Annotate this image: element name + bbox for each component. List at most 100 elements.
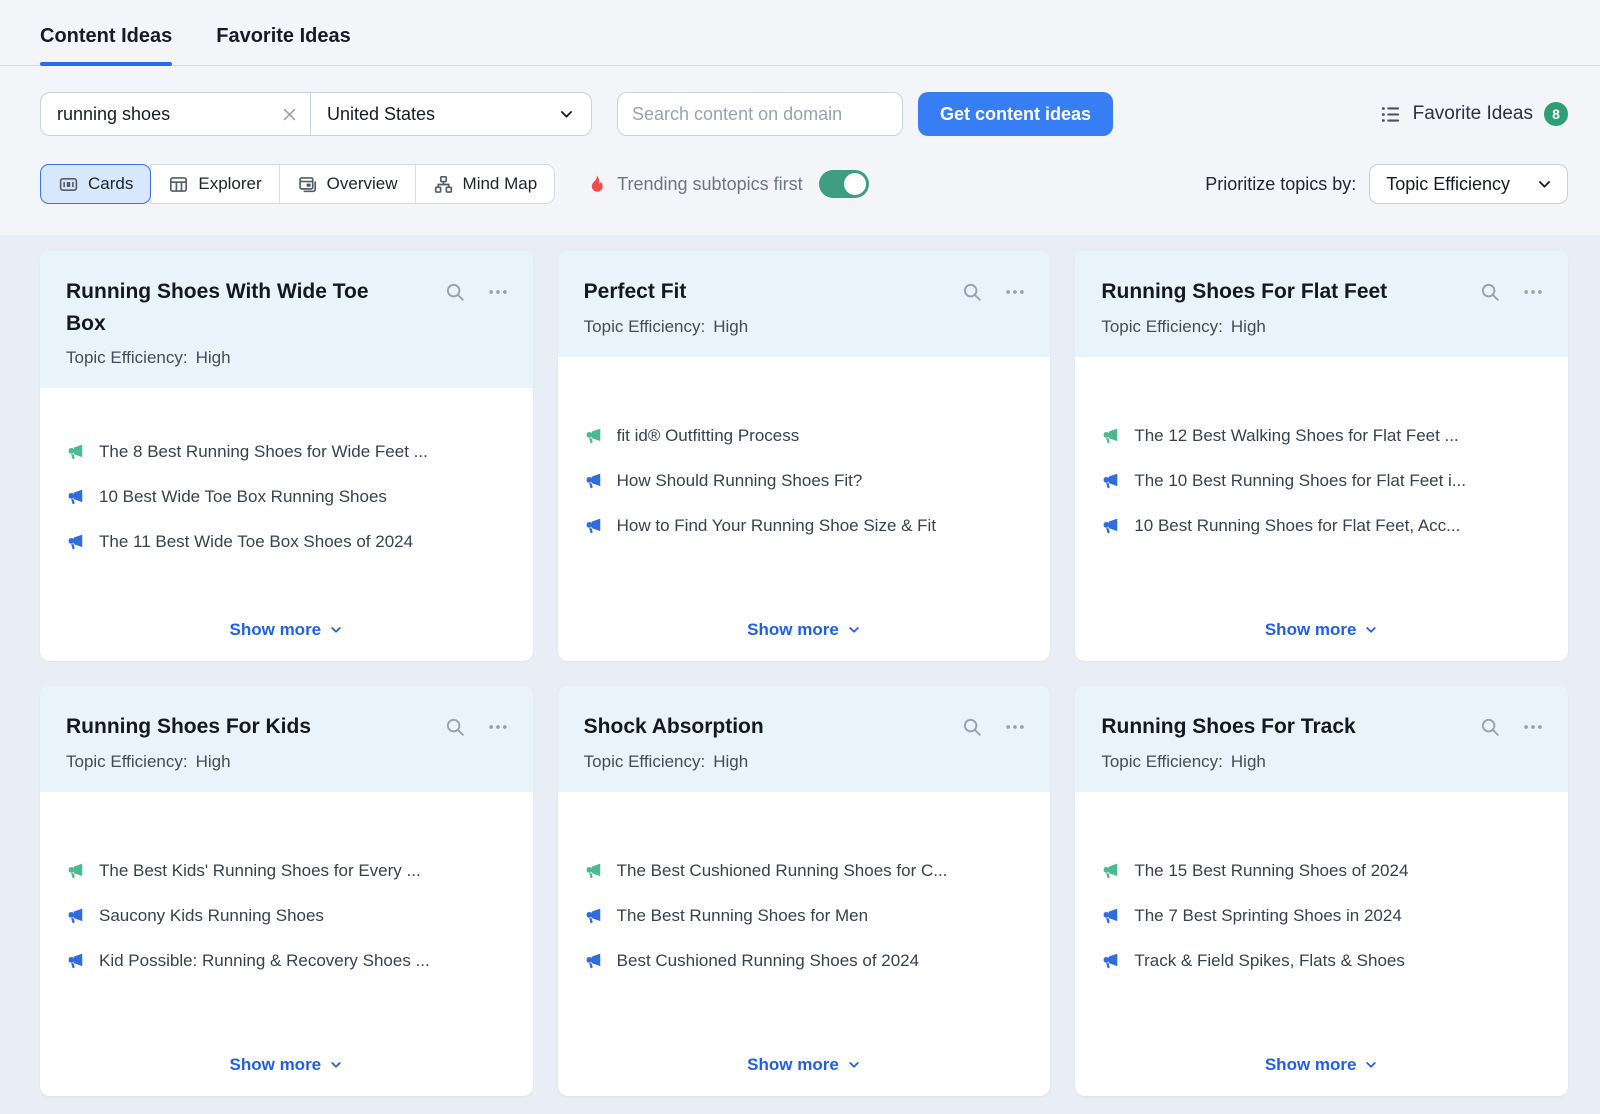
card-menu-button[interactable] — [487, 716, 509, 738]
megaphone-icon — [584, 516, 604, 536]
megaphone-icon — [584, 906, 604, 926]
search-icon — [961, 281, 983, 303]
idea-item[interactable]: 10 Best Running Shoes for Flat Feet, Acc… — [1101, 516, 1542, 536]
idea-item[interactable]: The 12 Best Walking Shoes for Flat Feet … — [1101, 426, 1542, 446]
idea-item[interactable]: The 15 Best Running Shoes of 2024 — [1101, 861, 1542, 881]
keyword-input[interactable] — [55, 103, 279, 126]
topic-card-body: The Best Kids' Running Shoes for Every .… — [40, 792, 533, 1097]
toggle-knob — [844, 173, 866, 195]
idea-item[interactable]: The 11 Best Wide Toe Box Shoes of 2024 — [66, 532, 507, 552]
tabs-bar: Content Ideas Favorite Ideas — [0, 0, 1600, 66]
topic-efficiency: Topic Efficiency: High — [1101, 752, 1479, 772]
idea-item[interactable]: The Best Running Shoes for Men — [584, 906, 1025, 926]
favorite-ideas-link[interactable]: Favorite Ideas 8 — [1379, 102, 1568, 126]
topic-title: Running Shoes For Kids — [66, 711, 411, 743]
ellipsis-icon — [487, 716, 509, 738]
show-more-label: Show more — [1265, 1055, 1357, 1075]
table-icon — [168, 174, 189, 195]
search-topic-button[interactable] — [444, 716, 466, 738]
tab-favorite-ideas[interactable]: Favorite Ideas — [216, 25, 351, 65]
megaphone-icon — [1101, 861, 1121, 881]
topic-efficiency: Topic Efficiency: High — [66, 752, 444, 772]
trending-label: Trending subtopics first — [617, 174, 802, 195]
view-mindmap-button[interactable]: Mind Map — [415, 164, 556, 204]
search-topic-button[interactable] — [444, 281, 466, 303]
prioritize-group: Prioritize topics by: Topic Efficiency — [1205, 164, 1568, 204]
idea-item[interactable]: Saucony Kids Running Shoes — [66, 906, 507, 926]
region-value: United States — [327, 104, 435, 125]
card-menu-button[interactable] — [1522, 281, 1544, 303]
idea-item[interactable]: The Best Cushioned Running Shoes for C..… — [584, 861, 1025, 881]
idea-item[interactable]: 10 Best Wide Toe Box Running Shoes — [66, 487, 507, 507]
idea-text: The 8 Best Running Shoes for Wide Feet .… — [99, 442, 428, 462]
show-more-label: Show more — [747, 1055, 839, 1075]
topic-efficiency: Topic Efficiency: High — [66, 348, 444, 368]
domain-search-input[interactable] — [617, 92, 903, 136]
topic-efficiency-value: High — [196, 348, 231, 368]
show-more-button[interactable]: Show more — [66, 1041, 507, 1096]
trending-toggle[interactable] — [819, 170, 869, 198]
chevron-down-icon — [558, 106, 575, 123]
idea-item[interactable]: How to Find Your Running Shoe Size & Fit — [584, 516, 1025, 536]
card-menu-button[interactable] — [1004, 716, 1026, 738]
show-more-button[interactable]: Show more — [1101, 1041, 1542, 1096]
search-topic-button[interactable] — [961, 716, 983, 738]
view-cards-button[interactable]: Cards — [40, 164, 151, 204]
cards-grid: Running Shoes With Wide Toe Box Topic Ef… — [0, 235, 1600, 1114]
show-more-button[interactable]: Show more — [584, 606, 1025, 661]
topic-efficiency-value: High — [196, 752, 231, 772]
close-icon — [281, 106, 298, 123]
search-topic-button[interactable] — [961, 281, 983, 303]
topic-title: Shock Absorption — [584, 711, 929, 743]
idea-text: The 11 Best Wide Toe Box Shoes of 2024 — [99, 532, 413, 552]
idea-text: How to Find Your Running Shoe Size & Fit — [617, 516, 936, 536]
idea-item[interactable]: The 10 Best Running Shoes for Flat Feet … — [1101, 471, 1542, 491]
search-topic-button[interactable] — [1479, 716, 1501, 738]
topic-card-heading: Perfect Fit Topic Efficiency: High — [584, 276, 962, 337]
topic-card-header: Running Shoes For Flat Feet Topic Effici… — [1075, 251, 1568, 357]
megaphone-icon — [584, 426, 604, 446]
topic-card-header: Running Shoes With Wide Toe Box Topic Ef… — [40, 251, 533, 388]
idea-item[interactable]: How Should Running Shoes Fit? — [584, 471, 1025, 491]
card-menu-button[interactable] — [487, 281, 509, 303]
topic-title: Running Shoes With Wide Toe Box — [66, 276, 411, 339]
idea-item[interactable]: Track & Field Spikes, Flats & Shoes — [1101, 951, 1542, 971]
topic-card: Perfect Fit Topic Efficiency: High — [558, 251, 1051, 661]
idea-item[interactable]: fit id® Outfitting Process — [584, 426, 1025, 446]
prioritize-select[interactable]: Topic Efficiency — [1369, 164, 1568, 204]
megaphone-icon — [66, 861, 86, 881]
topic-card-header: Running Shoes For Track Topic Efficiency… — [1075, 686, 1568, 792]
idea-text: 10 Best Wide Toe Box Running Shoes — [99, 487, 387, 507]
region-select[interactable]: United States — [311, 93, 591, 135]
chevron-down-icon — [329, 623, 343, 637]
idea-list: The 12 Best Walking Shoes for Flat Feet … — [1101, 357, 1542, 607]
topic-card-body: The Best Cushioned Running Shoes for C..… — [558, 792, 1051, 1097]
card-menu-button[interactable] — [1004, 281, 1026, 303]
idea-item[interactable]: Kid Possible: Running & Recovery Shoes .… — [66, 951, 507, 971]
get-content-ideas-button[interactable]: Get content ideas — [918, 92, 1113, 136]
topic-card-body: The 8 Best Running Shoes for Wide Feet .… — [40, 388, 533, 661]
idea-item[interactable]: The 8 Best Running Shoes for Wide Feet .… — [66, 442, 507, 462]
topic-efficiency-value: High — [1231, 317, 1266, 337]
favorites-count-badge: 8 — [1544, 102, 1568, 126]
show-more-button[interactable]: Show more — [66, 606, 507, 661]
sitemap-icon — [433, 174, 454, 195]
show-more-button[interactable]: Show more — [1101, 606, 1542, 661]
idea-item[interactable]: The Best Kids' Running Shoes for Every .… — [66, 861, 507, 881]
show-more-label: Show more — [1265, 620, 1357, 640]
show-more-button[interactable]: Show more — [584, 1041, 1025, 1096]
tab-content-ideas[interactable]: Content Ideas — [40, 25, 172, 65]
clear-keyword-button[interactable] — [279, 104, 300, 125]
topic-efficiency: Topic Efficiency: High — [1101, 317, 1479, 337]
topic-card-heading: Running Shoes For Kids Topic Efficiency:… — [66, 711, 444, 772]
topic-card-heading: Running Shoes For Track Topic Efficiency… — [1101, 711, 1479, 772]
view-explorer-button[interactable]: Explorer — [150, 164, 279, 204]
idea-item[interactable]: The 7 Best Sprinting Shoes in 2024 — [1101, 906, 1542, 926]
topic-card-header: Running Shoes For Kids Topic Efficiency:… — [40, 686, 533, 792]
search-topic-button[interactable] — [1479, 281, 1501, 303]
megaphone-icon — [66, 487, 86, 507]
idea-item[interactable]: Best Cushioned Running Shoes of 2024 — [584, 951, 1025, 971]
view-overview-button[interactable]: Overview — [279, 164, 416, 204]
card-menu-button[interactable] — [1522, 716, 1544, 738]
topic-efficiency-label: Topic Efficiency: — [584, 317, 706, 337]
